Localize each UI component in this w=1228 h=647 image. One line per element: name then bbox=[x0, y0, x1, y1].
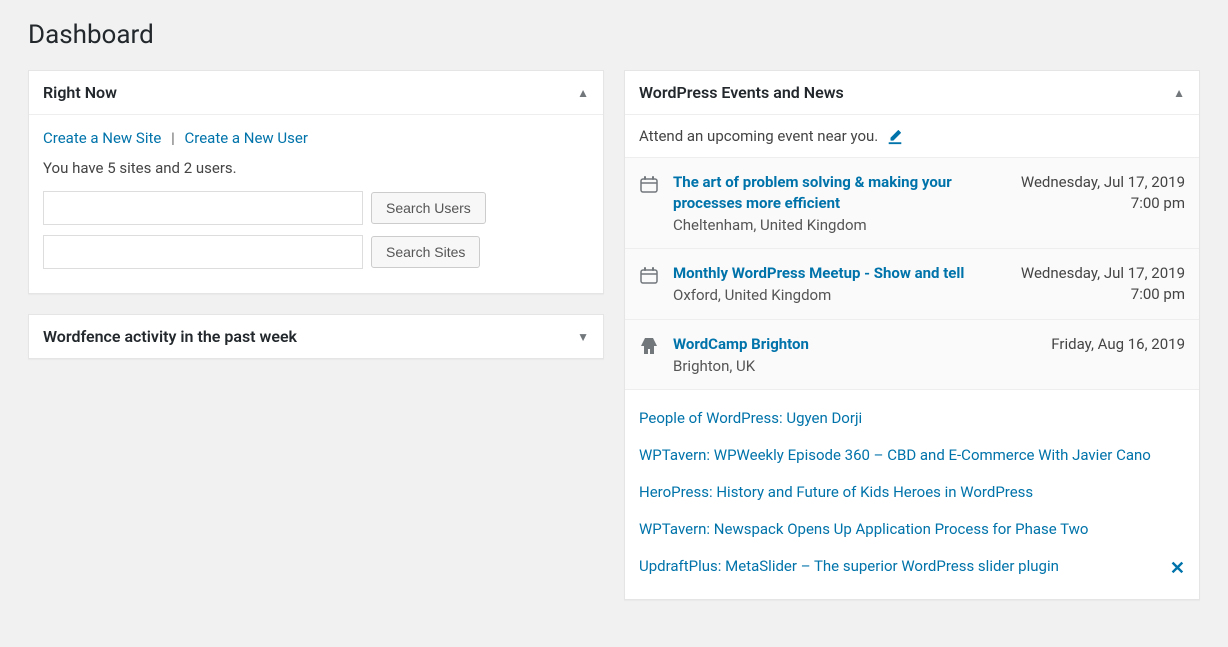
news-link[interactable]: HeroPress: History and Future of Kids He… bbox=[639, 474, 1185, 511]
wordfence-title: Wordfence activity in the past week bbox=[43, 327, 297, 346]
event-title-link[interactable]: WordCamp Brighton bbox=[673, 334, 1037, 355]
edit-location-icon[interactable] bbox=[886, 127, 904, 145]
collapse-up-icon: ▲ bbox=[1173, 86, 1185, 100]
meetup-icon bbox=[639, 174, 659, 194]
search-users-input[interactable] bbox=[43, 191, 363, 225]
event-datetime: Friday, Aug 16, 2019 bbox=[1051, 334, 1185, 355]
events-news-panel: WordPress Events and News ▲ Attend an up… bbox=[624, 70, 1200, 600]
right-now-title: Right Now bbox=[43, 83, 117, 102]
event-main: WordCamp Brighton Brighton, UK bbox=[673, 334, 1037, 375]
search-sites-input[interactable] bbox=[43, 235, 363, 269]
event-title-link[interactable]: Monthly WordPress Meetup - Show and tell bbox=[673, 263, 1007, 284]
event-location: Oxford, United Kingdom bbox=[673, 286, 1007, 304]
create-user-link[interactable]: Create a New User bbox=[185, 129, 308, 147]
events-news-title: WordPress Events and News bbox=[639, 83, 844, 102]
search-users-button[interactable]: Search Users bbox=[371, 192, 486, 224]
event-main: Monthly WordPress Meetup - Show and tell… bbox=[673, 263, 1007, 304]
event-datetime: Wednesday, Jul 17, 20197:00 pm bbox=[1021, 172, 1185, 214]
meetup-icon bbox=[639, 265, 659, 285]
news-link[interactable]: WPTavern: Newspack Opens Up Application … bbox=[639, 511, 1185, 548]
right-now-header[interactable]: Right Now ▲ bbox=[29, 71, 603, 115]
events-news-header[interactable]: WordPress Events and News ▲ bbox=[625, 71, 1199, 115]
search-sites-button[interactable]: Search Sites bbox=[371, 236, 480, 268]
right-now-panel: Right Now ▲ Create a New Site | Create a… bbox=[28, 70, 604, 294]
event-location: Cheltenham, United Kingdom bbox=[673, 216, 1007, 234]
event-main: The art of problem solving & making your… bbox=[673, 172, 1007, 234]
link-separator: | bbox=[171, 129, 175, 147]
news-link[interactable]: WPTavern: WPWeekly Episode 360 – CBD and… bbox=[639, 437, 1185, 474]
dismiss-icon[interactable]: ✕ bbox=[1170, 556, 1185, 581]
expand-down-icon: ▼ bbox=[577, 330, 589, 344]
collapse-up-icon: ▲ bbox=[577, 86, 589, 100]
event-location: Brighton, UK bbox=[673, 357, 1037, 375]
events-intro-text: Attend an upcoming event near you. bbox=[639, 127, 878, 145]
news-link[interactable]: UpdraftPlus: MetaSlider – The superior W… bbox=[639, 548, 1185, 585]
page-title: Dashboard bbox=[28, 20, 1200, 50]
event-datetime: Wednesday, Jul 17, 20197:00 pm bbox=[1021, 263, 1185, 305]
event-row: The art of problem solving & making your… bbox=[625, 157, 1199, 248]
event-row: WordCamp Brighton Brighton, UK Friday, Aug… bbox=[625, 319, 1199, 389]
event-row: Monthly WordPress Meetup - Show and tell… bbox=[625, 248, 1199, 319]
wordfence-panel: Wordfence activity in the past week ▼ bbox=[28, 314, 604, 359]
news-link[interactable]: People of WordPress: Ugyen Dorji bbox=[639, 400, 1185, 437]
stats-text: You have 5 sites and 2 users. bbox=[43, 159, 589, 177]
wordcamp-icon bbox=[639, 336, 659, 356]
create-site-link[interactable]: Create a New Site bbox=[43, 129, 161, 147]
wordfence-header[interactable]: Wordfence activity in the past week ▼ bbox=[29, 315, 603, 358]
event-title-link[interactable]: The art of problem solving & making your… bbox=[673, 172, 1007, 214]
